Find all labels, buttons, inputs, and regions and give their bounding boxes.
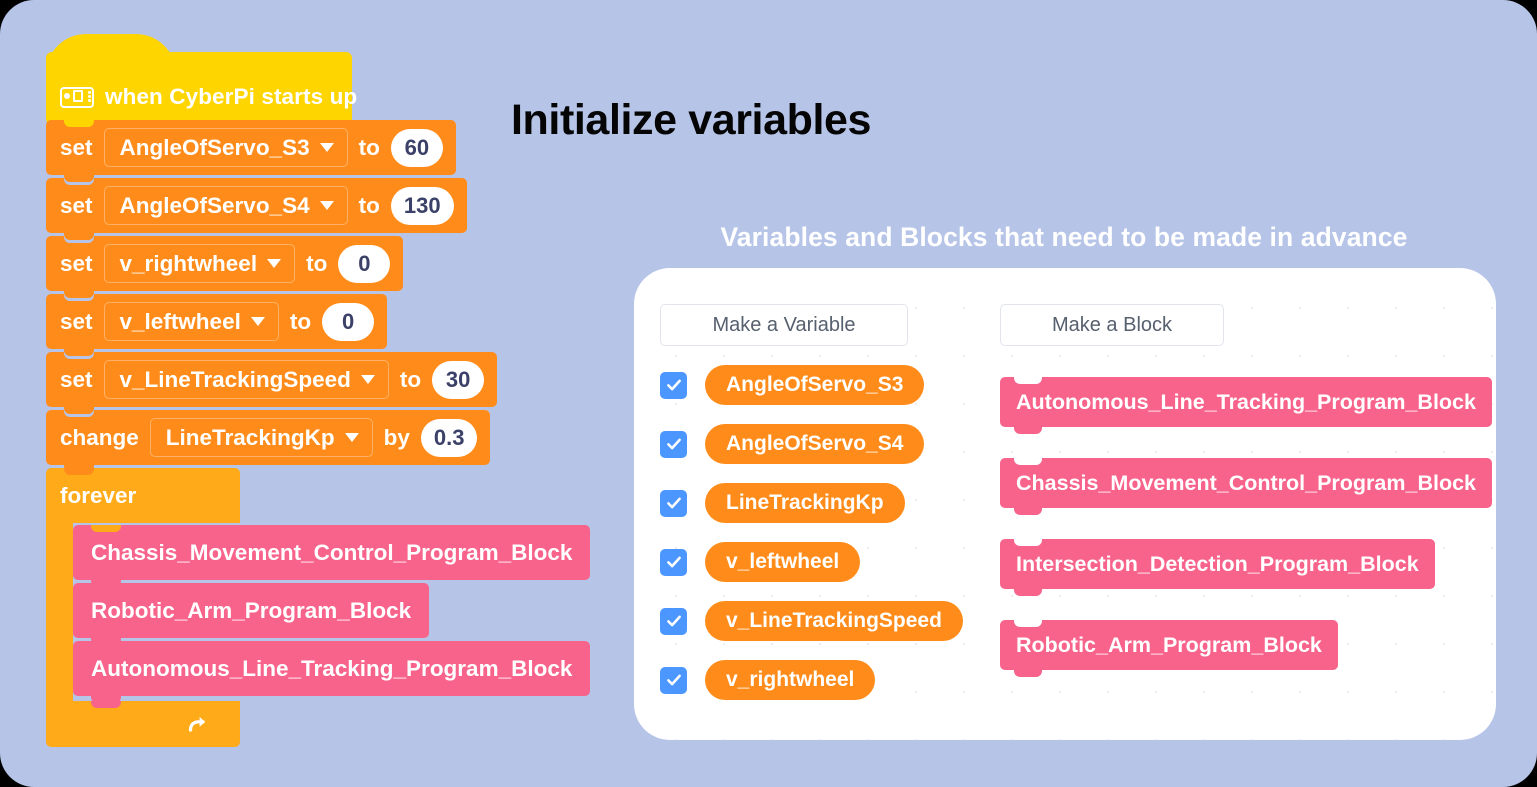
variable-pill-label[interactable]: LineTrackingKp — [705, 483, 905, 523]
set-block-angleofservo-s3[interactable]: set AngleOfServo_S3 to 60 — [46, 120, 456, 182]
value-input-linetrackingkp[interactable]: 0.3 — [420, 418, 478, 457]
variable-pill-label[interactable]: v_leftwheel — [705, 542, 861, 582]
forever-loop-body: Chassis_Movement_Control_Program_Block R… — [46, 523, 606, 703]
connector-keyword: to — [306, 250, 328, 276]
check-icon — [666, 438, 681, 450]
variable-checkbox-v-rightwheel[interactable] — [660, 666, 687, 694]
variable-list-item[interactable]: AngleOfServo_S4 — [660, 424, 963, 464]
variable-dropdown-label: AngleOfServo_S4 — [119, 192, 310, 218]
make-a-variable-button[interactable]: Make a Variable — [660, 304, 908, 346]
check-icon — [666, 556, 681, 568]
variable-dropdown-linetrackingkp[interactable]: LineTrackingKp — [149, 418, 373, 457]
variable-list-item[interactable]: v_rightwheel — [660, 660, 963, 700]
forever-inner-stack: Chassis_Movement_Control_Program_Block R… — [73, 523, 591, 703]
check-icon — [666, 615, 681, 627]
variable-dropdown-label: AngleOfServo_S3 — [119, 134, 310, 160]
custom-block-chassis-movement-control[interactable]: Chassis_Movement_Control_Program_Block — [1000, 458, 1493, 515]
value-input-v-rightwheel[interactable]: 0 — [338, 244, 391, 283]
connector-keyword: to — [358, 134, 380, 160]
chevron-down-icon — [360, 375, 375, 384]
change-block-linetrackingkp[interactable]: change LineTrackingKp by 0.3 — [46, 410, 491, 472]
variable-dropdown-v-rightwheel[interactable]: v_rightwheel — [103, 244, 296, 283]
chevron-down-icon — [250, 317, 265, 326]
custom-block-label: Robotic_Arm_Program_Block — [91, 597, 412, 623]
chevron-down-icon — [267, 259, 282, 268]
custom-block-autonomous-line-tracking[interactable]: Autonomous_Line_Tracking_Program_Block — [73, 641, 591, 703]
forever-loop-spine — [46, 523, 73, 701]
custom-block-chassis-movement-control[interactable]: Chassis_Movement_Control_Program_Block — [73, 525, 591, 587]
set-block-angleofservo-s4[interactable]: set AngleOfServo_S4 to 130 — [46, 178, 467, 240]
hat-block-label: when CyberPi starts up — [105, 84, 358, 109]
loop-arrow-icon — [188, 716, 206, 732]
variable-dropdown-angleofservo-s3[interactable]: AngleOfServo_S3 — [103, 128, 348, 167]
variable-pill-label[interactable]: AngleOfServo_S3 — [705, 365, 925, 405]
custom-block-autonomous-line-tracking[interactable]: Autonomous_Line_Tracking_Program_Block — [1000, 377, 1492, 434]
set-keyword: set — [60, 250, 93, 276]
variable-pill-label[interactable]: AngleOfServo_S4 — [705, 424, 925, 464]
chevron-down-icon — [319, 143, 334, 152]
set-keyword: set — [60, 192, 93, 218]
variable-dropdown-v-linetrackingspeed[interactable]: v_LineTrackingSpeed — [103, 360, 389, 399]
custom-block-intersection-detection[interactable]: Intersection_Detection_Program_Block — [1000, 539, 1435, 596]
connector-keyword: to — [399, 366, 422, 392]
chevron-down-icon — [319, 201, 334, 210]
variable-checkbox-v-leftwheel[interactable] — [660, 548, 687, 576]
page-root: when CyberPi starts up set AngleOfServo_… — [0, 0, 1537, 787]
value-input-v-linetrackingspeed[interactable]: 30 — [432, 360, 485, 399]
hat-block-when-cyberpi-starts-up[interactable]: when CyberPi starts up — [46, 34, 357, 124]
variable-checkbox-v-linetrackingspeed[interactable] — [660, 607, 687, 635]
variable-dropdown-v-leftwheel[interactable]: v_leftwheel — [103, 302, 279, 341]
set-block-v-linetrackingspeed[interactable]: set v_LineTrackingSpeed to 30 — [46, 352, 498, 414]
variables-column: Make a Variable AngleOfServo_S3 AngleOfS… — [660, 304, 963, 700]
custom-block-robotic-arm[interactable]: Robotic_Arm_Program_Block — [1000, 620, 1338, 677]
variable-pill-label[interactable]: v_rightwheel — [705, 660, 876, 700]
check-icon — [666, 674, 681, 686]
card-heading: Variables and Blocks that need to be mad… — [720, 222, 1408, 252]
variable-checkbox-linetrackingkp[interactable] — [660, 489, 687, 517]
connector-keyword: by — [383, 424, 410, 450]
connector-keyword: to — [289, 308, 312, 334]
cyberpi-device-icon — [60, 86, 94, 108]
set-keyword: set — [60, 308, 93, 334]
set-keyword: set — [60, 134, 93, 160]
value-input-angleofservo-s3[interactable]: 60 — [390, 128, 443, 167]
blocks-column: Make a Block Autonomous_Line_Tracking_Pr… — [1000, 304, 1493, 677]
set-keyword: set — [60, 366, 93, 392]
page-title: Initialize variables — [511, 96, 872, 144]
value-input-angleofservo-s4[interactable]: 130 — [390, 186, 454, 225]
forever-label: forever — [60, 482, 137, 508]
change-keyword: change — [60, 424, 139, 450]
custom-block-label: Autonomous_Line_Tracking_Program_Block — [91, 655, 573, 681]
custom-block-label: Chassis_Movement_Control_Program_Block — [91, 539, 573, 565]
variable-dropdown-label: LineTrackingKp — [165, 424, 335, 450]
variables-and-blocks-card: Make a Variable AngleOfServo_S3 AngleOfS… — [634, 268, 1496, 740]
block-script: when CyberPi starts up set AngleOfServo_… — [46, 34, 606, 747]
variable-checkbox-angleofservo-s3[interactable] — [660, 371, 687, 399]
variable-dropdown-label: v_LineTrackingSpeed — [119, 366, 351, 392]
variable-dropdown-label: v_leftwheel — [119, 308, 241, 334]
variable-checkbox-angleofservo-s4[interactable] — [660, 430, 687, 458]
variable-dropdown-label: v_rightwheel — [119, 250, 258, 276]
forever-loop-block[interactable]: forever Chassis_Movement_Control_Program… — [46, 468, 606, 747]
make-a-block-button[interactable]: Make a Block — [1000, 304, 1224, 346]
check-icon — [666, 379, 681, 391]
connector-keyword: to — [358, 192, 380, 218]
custom-block-robotic-arm[interactable]: Robotic_Arm_Program_Block — [73, 583, 430, 645]
forever-loop-header[interactable]: forever — [46, 468, 240, 523]
set-block-v-rightwheel[interactable]: set v_rightwheel to 0 — [46, 236, 404, 298]
variable-list-item[interactable]: AngleOfServo_S3 — [660, 365, 963, 405]
chevron-down-icon — [344, 433, 359, 442]
variable-dropdown-angleofservo-s4[interactable]: AngleOfServo_S4 — [103, 186, 348, 225]
variable-list-item[interactable]: LineTrackingKp — [660, 483, 963, 523]
check-icon — [666, 497, 681, 509]
forever-loop-footer[interactable] — [46, 701, 240, 747]
value-input-v-leftwheel[interactable]: 0 — [322, 302, 375, 341]
variable-pill-label[interactable]: v_LineTrackingSpeed — [705, 601, 963, 641]
variable-list-item[interactable]: v_LineTrackingSpeed — [660, 601, 963, 641]
variable-list-item[interactable]: v_leftwheel — [660, 542, 963, 582]
set-block-v-leftwheel[interactable]: set v_leftwheel to 0 — [46, 294, 388, 356]
